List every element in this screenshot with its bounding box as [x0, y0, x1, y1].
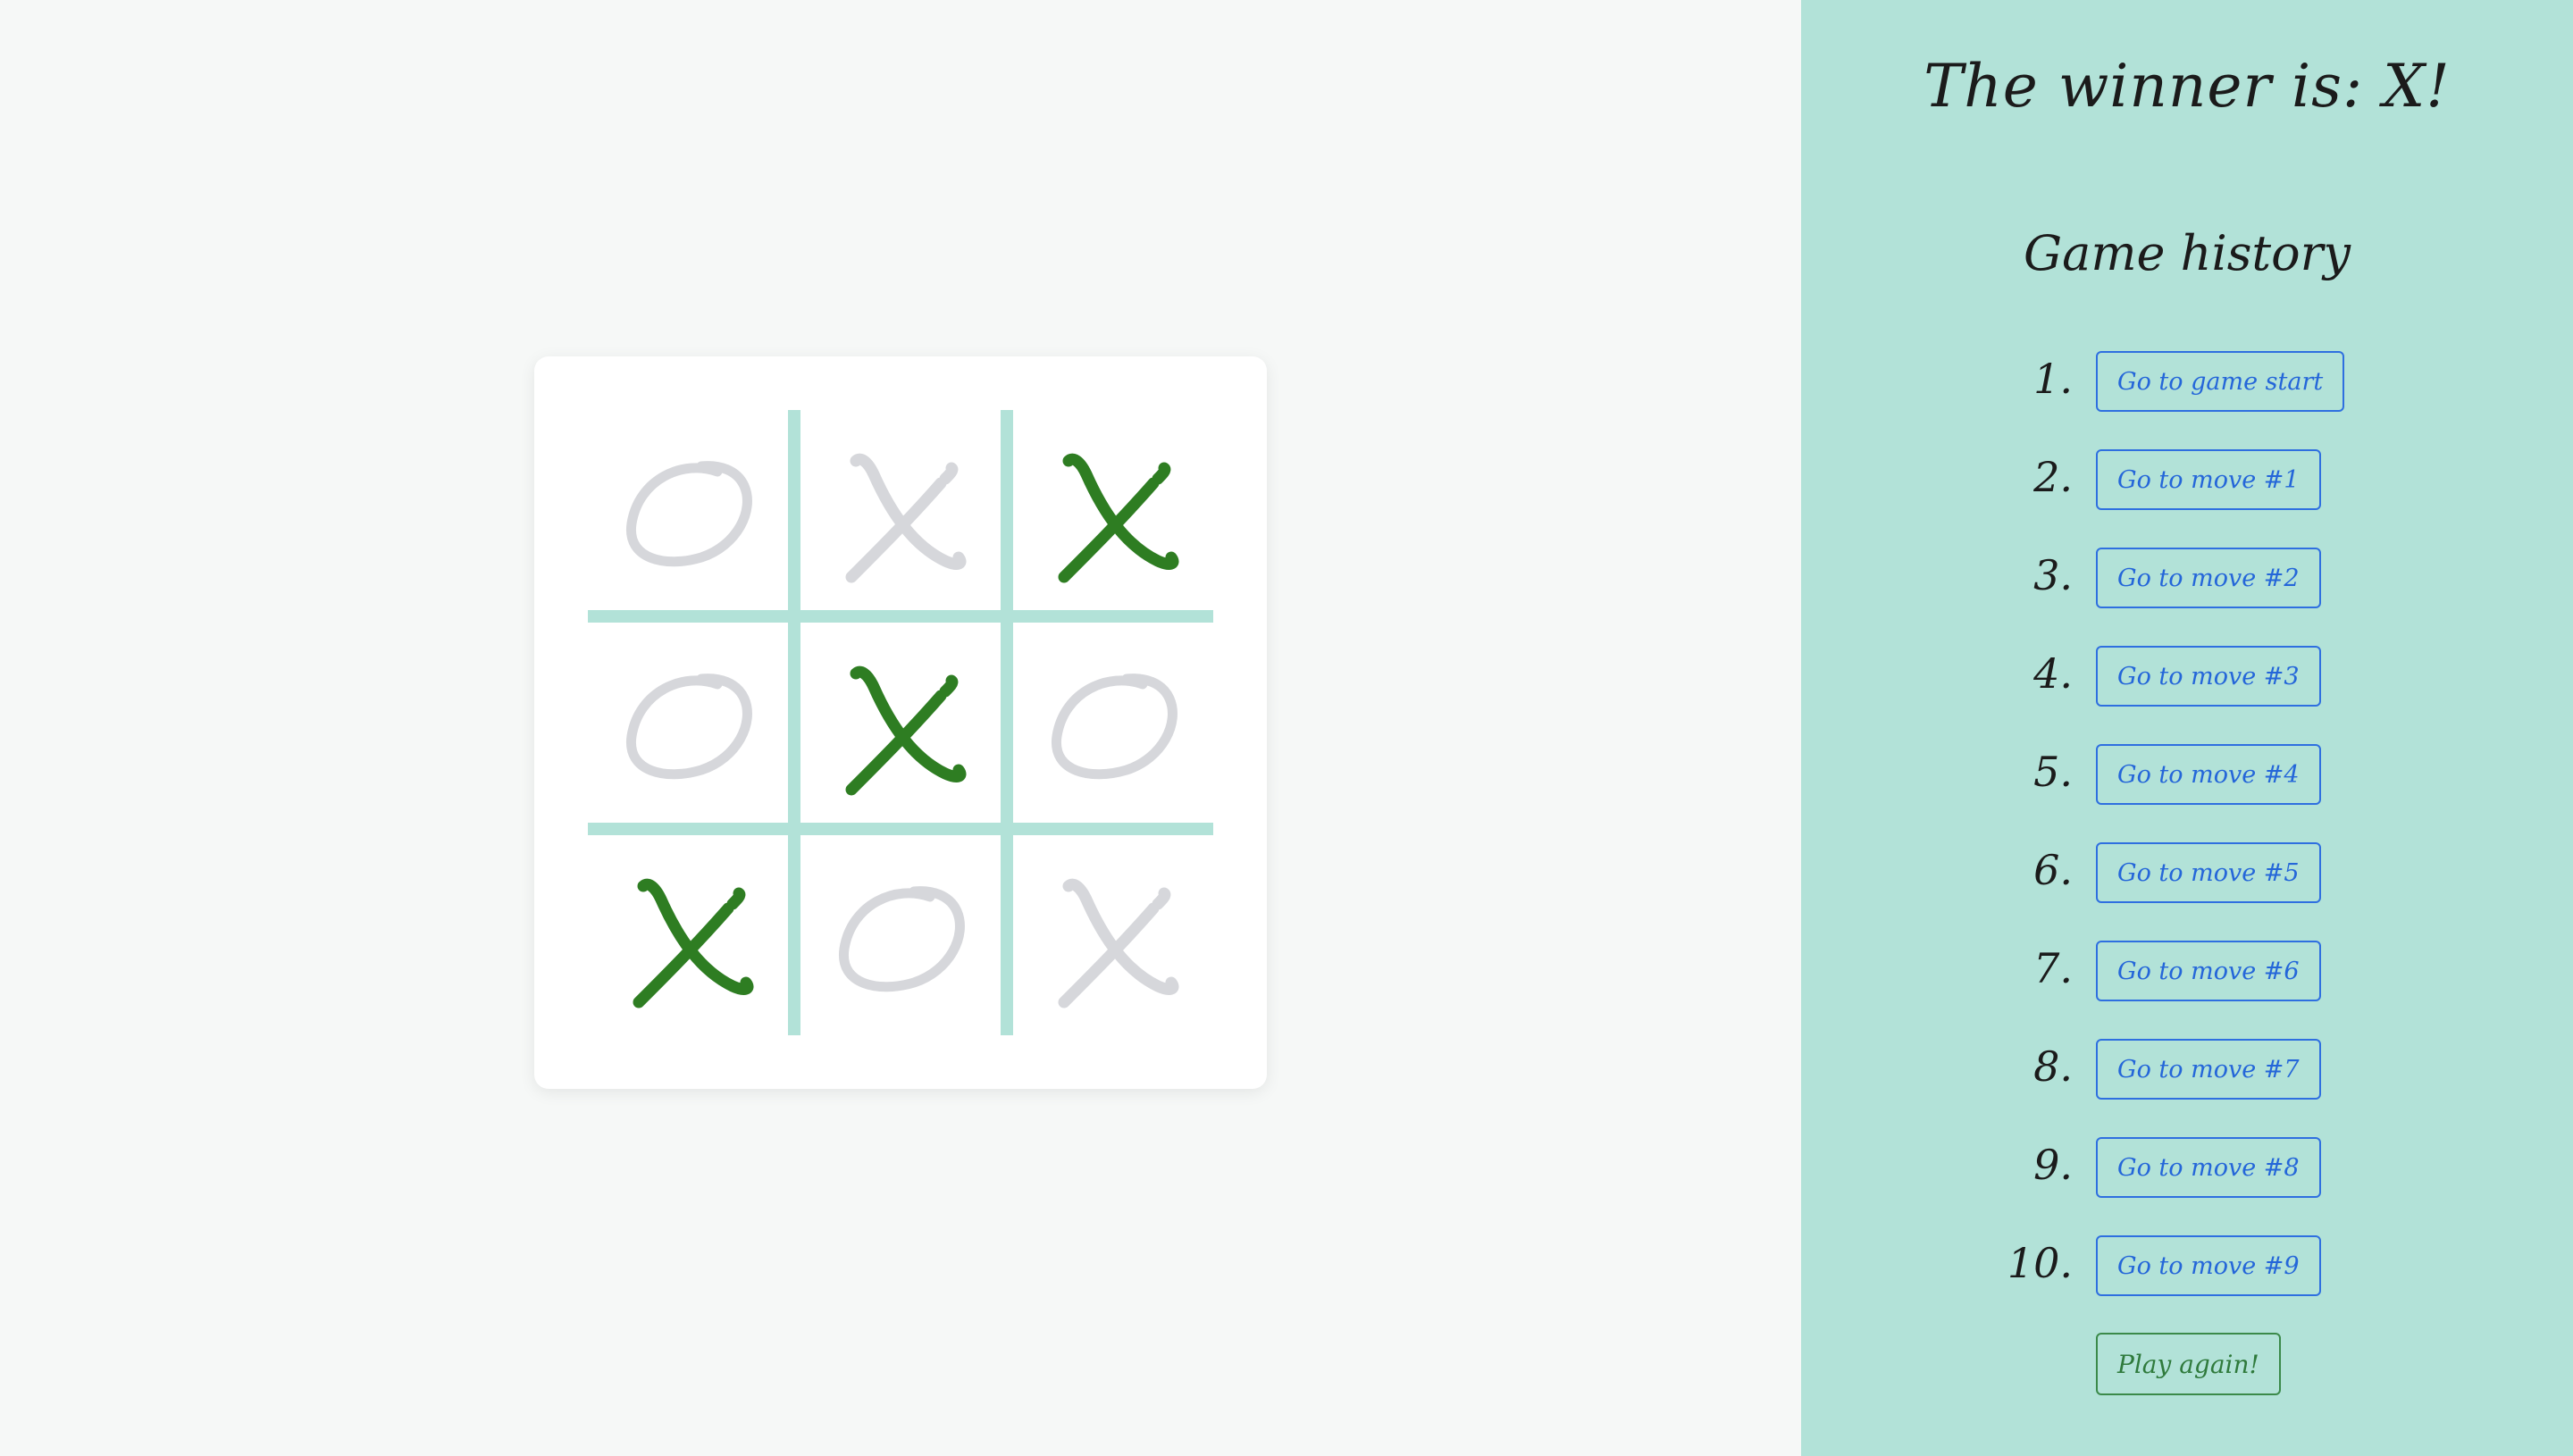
board-grid [588, 410, 1213, 1035]
grid-line-vertical-1 [788, 410, 800, 1035]
history-item: 2. Go to move #1 [1801, 449, 2573, 514]
history-item-number: 6. [2033, 846, 2073, 894]
history-item: 3. Go to move #2 [1801, 548, 2573, 612]
history-jump-button[interactable]: Go to move #7 [2096, 1039, 2321, 1100]
x-mark-icon [845, 665, 967, 796]
history-item-number: 5. [2033, 748, 2073, 796]
board-cell-7[interactable] [588, 835, 788, 1035]
history-item: 8. Go to move #7 [1801, 1039, 2573, 1103]
o-mark-icon [1052, 674, 1178, 780]
grid-line-vertical-2 [1001, 410, 1013, 1035]
history-item: 10. Go to move #9 [1801, 1235, 2573, 1300]
history-item-number: 10. [2007, 1239, 2073, 1287]
history-item: 7. Go to move #6 [1801, 941, 2573, 1005]
history-item-number: 2. [2033, 453, 2073, 501]
board-cell-2[interactable] [800, 410, 1001, 610]
winner-status: The winner is: X! [1923, 52, 2451, 121]
history-item: 4. Go to move #3 [1801, 646, 2573, 710]
grid-line-horizontal-1 [588, 610, 1213, 623]
history-item-number: 9. [2033, 1141, 2073, 1189]
history-item-number: 8. [2033, 1042, 2073, 1091]
x-mark-icon [633, 878, 754, 1008]
history-jump-button[interactable]: Go to move #6 [2096, 941, 2321, 1001]
history-item-number: 7. [2033, 944, 2073, 992]
o-mark-icon [626, 674, 752, 780]
history-item: 1. Go to game start [1801, 351, 2573, 415]
history-item: 5. Go to move #4 [1801, 744, 2573, 808]
history-jump-button[interactable]: Go to move #5 [2096, 842, 2321, 903]
history-jump-button[interactable]: Go to move #9 [2096, 1235, 2321, 1296]
o-mark-icon [839, 886, 965, 992]
history-item-number: 4. [2033, 649, 2073, 698]
game-board [534, 356, 1267, 1089]
sidebar: The winner is: X! Game history 1. Go to g… [1801, 0, 2573, 1456]
board-cell-1[interactable] [588, 410, 788, 610]
board-cell-3[interactable] [1013, 410, 1213, 610]
board-area [0, 0, 1801, 1456]
board-cell-4[interactable] [588, 623, 788, 823]
board-cell-9[interactable] [1013, 835, 1213, 1035]
x-mark-icon [845, 453, 967, 583]
board-cell-5[interactable] [800, 623, 1001, 823]
history-jump-button[interactable]: Go to move #8 [2096, 1137, 2321, 1198]
app: The winner is: X! Game history 1. Go to g… [0, 0, 2573, 1456]
grid-line-horizontal-2 [588, 823, 1213, 835]
history-title: Game history [2024, 225, 2351, 281]
board-cell-6[interactable] [1013, 623, 1213, 823]
history-jump-button[interactable]: Go to move #3 [2096, 646, 2321, 707]
history-item: 6. Go to move #5 [1801, 842, 2573, 907]
history-jump-button[interactable]: Go to move #1 [2096, 449, 2321, 510]
x-mark-icon [1058, 453, 1179, 583]
o-mark-icon [626, 461, 752, 567]
x-mark-icon [1058, 878, 1179, 1008]
board-cell-8[interactable] [800, 835, 1001, 1035]
history-item-number: 3. [2033, 551, 2073, 599]
history-item: 9. Go to move #8 [1801, 1137, 2573, 1201]
history-item-number: 1. [2033, 355, 2073, 403]
history-jump-button[interactable]: Go to move #2 [2096, 548, 2321, 608]
play-again-button[interactable]: Play again! [2096, 1333, 2281, 1395]
history-jump-button[interactable]: Go to move #4 [2096, 744, 2321, 805]
history-jump-button[interactable]: Go to game start [2096, 351, 2345, 412]
